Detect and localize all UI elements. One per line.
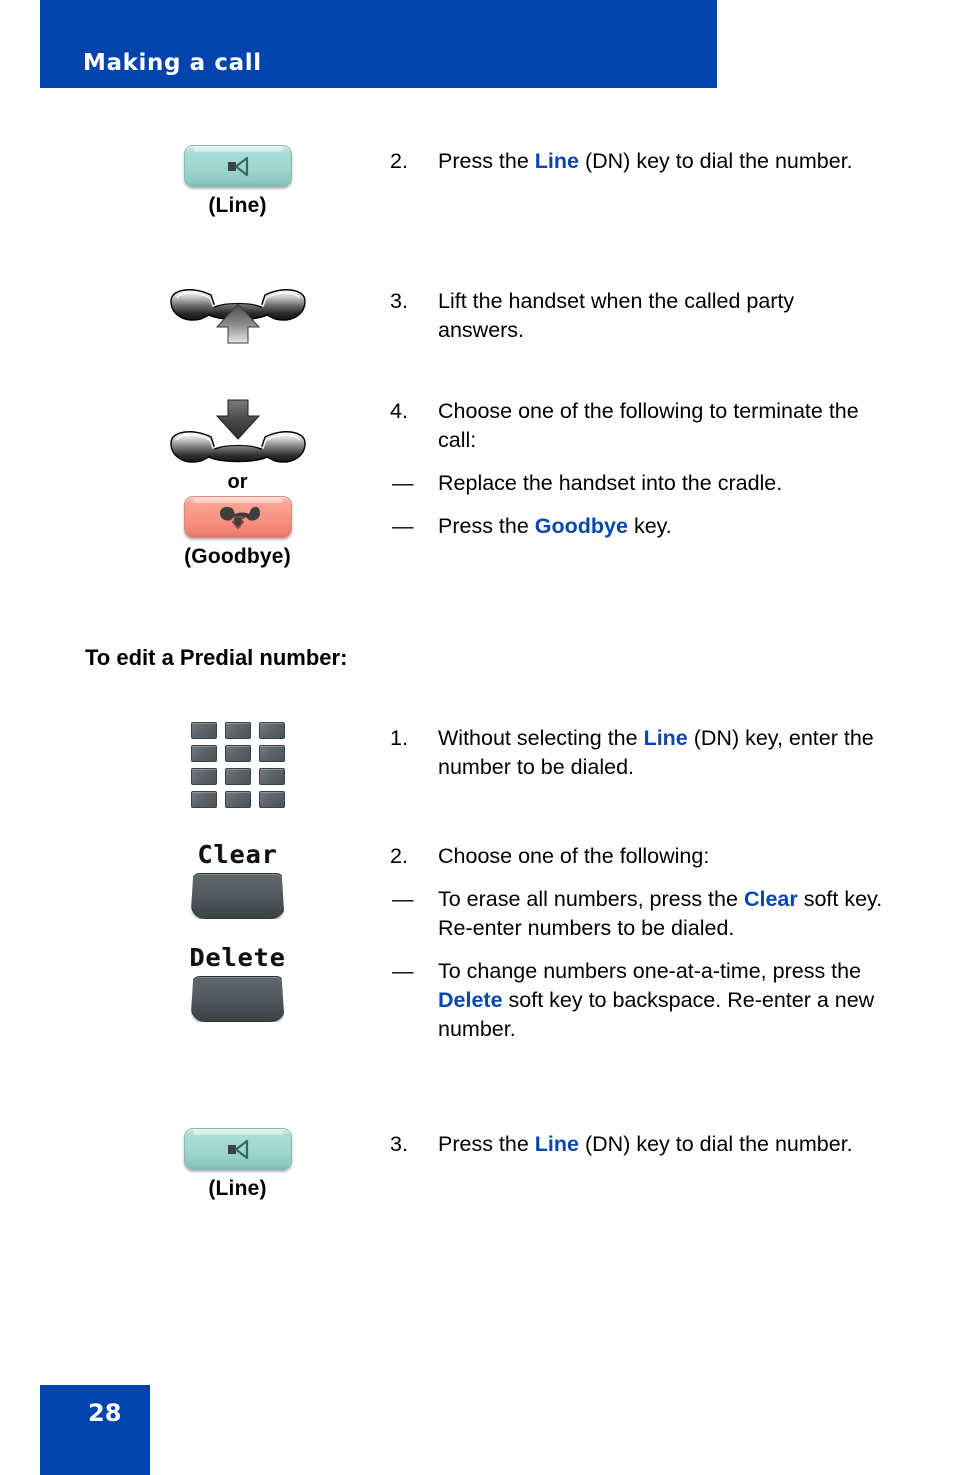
dialpad-key[interactable] xyxy=(224,745,251,762)
step-text-column: 2. Press the Line (DN) key to dial the n… xyxy=(390,145,885,218)
step-text-before: Press the xyxy=(438,149,535,173)
dialpad-key[interactable] xyxy=(258,768,285,785)
step-text-column: 2. Choose one of the following: — To era… xyxy=(390,840,885,1044)
speaker-icon xyxy=(227,1139,248,1160)
step-number: 2. xyxy=(390,844,408,868)
step-text-column: 1. Without selecting the Line (DN) key, … xyxy=(390,722,885,808)
step-icon-column: Clear Delete xyxy=(85,840,390,1044)
delete-softkey-group[interactable]: Delete xyxy=(189,943,285,1022)
sub-item-dash: — xyxy=(392,959,414,983)
keyword-line: Line xyxy=(534,1132,579,1156)
clear-softkey-button[interactable] xyxy=(190,873,285,919)
speaker-icon xyxy=(227,156,248,177)
step-text-after: (DN) key to dial the number. xyxy=(579,149,853,173)
step-number: 3. xyxy=(390,289,408,313)
line-key-button[interactable] xyxy=(183,145,292,187)
handset-replace-graphic xyxy=(163,395,313,467)
step-icon-column: (Line) xyxy=(85,145,390,218)
step-text-column: 3. Press the Line (DN) key to dial the n… xyxy=(390,1128,885,1201)
keyword-line: Line xyxy=(534,149,579,173)
page-title: Making a call xyxy=(83,50,262,76)
step-text-column: 3. Lift the handset when the called part… xyxy=(390,285,885,347)
sub-item: — To erase all numbers, press the Clear … xyxy=(390,885,885,943)
step-row: (Line) 3. Press the Line (DN) key to dia… xyxy=(85,1128,885,1201)
sub-item-dash: — xyxy=(392,887,414,911)
step-icon-column xyxy=(85,285,390,347)
sub-item-text: Replace the handset into the cradle. xyxy=(438,471,783,495)
section-heading-predial: To edit a Predial number: xyxy=(85,645,348,670)
sub-item: — Replace the handset into the cradle. xyxy=(390,469,885,498)
dialpad-key[interactable] xyxy=(190,722,217,739)
handset-lift-graphic xyxy=(163,285,313,347)
sub-text-after: key. xyxy=(627,514,672,538)
or-separator-label: or xyxy=(227,471,248,493)
dialpad-key[interactable] xyxy=(190,791,217,808)
step-row: 3. Lift the handset when the called part… xyxy=(85,285,885,347)
dialpad-key[interactable] xyxy=(258,745,285,762)
sub-item: — Press the Goodbye key. xyxy=(390,512,885,541)
step-text: Press the Line (DN) key to dial the numb… xyxy=(438,1130,885,1159)
dialpad-key[interactable] xyxy=(224,768,251,785)
step-text-column: 4. Choose one of the following to termin… xyxy=(390,395,885,569)
dialpad-key[interactable] xyxy=(258,722,285,739)
line-key-label: (Line) xyxy=(208,194,267,217)
line-key-button[interactable] xyxy=(183,1128,292,1170)
clear-softkey-group[interactable]: Clear xyxy=(190,840,285,919)
step-number: 4. xyxy=(390,399,408,423)
keyword-delete: Delete xyxy=(438,988,503,1012)
sub-text-after: soft key to backspace. Re-enter a new nu… xyxy=(438,988,875,1041)
step-icon-column xyxy=(85,722,390,808)
delete-softkey-button[interactable] xyxy=(190,976,285,1022)
step-row: 1. Without selecting the Line (DN) key, … xyxy=(85,722,885,808)
sub-item-dash: — xyxy=(392,514,414,538)
sub-item: — To change numbers one-at-a-time, press… xyxy=(390,957,885,1044)
handset-up-icon xyxy=(169,289,306,344)
dialpad-key[interactable] xyxy=(224,791,251,808)
step-icon-column: or (Goodbye) xyxy=(85,395,390,569)
keyword-clear: Clear xyxy=(743,887,798,911)
step-number: 3. xyxy=(390,1132,408,1156)
step-text-after: (DN) key to dial the number. xyxy=(579,1132,853,1156)
step-number: 2. xyxy=(390,149,408,173)
dialpad-key[interactable] xyxy=(190,768,217,785)
goodbye-handset-icon xyxy=(219,506,260,529)
dialpad-key[interactable] xyxy=(190,745,217,762)
step-row: (Line) 2. Press the Line (DN) key to dia… xyxy=(85,145,885,218)
dialpad-key[interactable] xyxy=(224,722,251,739)
step-text-before: Without selecting the xyxy=(438,726,644,750)
clear-softkey-label: Clear xyxy=(197,840,278,869)
step-text: Without selecting the Line (DN) key, ent… xyxy=(438,724,885,782)
page-number: 28 xyxy=(88,1399,122,1427)
dialpad-key[interactable] xyxy=(258,791,285,808)
sub-item-text: Press the Goodbye key. xyxy=(438,512,885,541)
step-text: Choose one of the following: xyxy=(438,844,710,868)
sub-text-before: Press the xyxy=(438,514,535,538)
step-text: Lift the handset when the called party a… xyxy=(438,289,795,342)
sub-text-before: To erase all numbers, press the xyxy=(438,887,744,911)
step-number: 1. xyxy=(390,726,408,750)
handset-down-icon xyxy=(169,399,306,463)
sub-item-dash: — xyxy=(392,471,414,495)
keyword-line: Line xyxy=(643,726,688,750)
step-text-before: Press the xyxy=(438,1132,535,1156)
step-icon-column: (Line) xyxy=(85,1128,390,1201)
step-text: Choose one of the following to terminate… xyxy=(438,399,859,452)
dialpad-icon[interactable] xyxy=(190,722,285,808)
sub-text-before: To change numbers one-at-a-time, press t… xyxy=(438,959,862,983)
sub-item-text: To erase all numbers, press the Clear so… xyxy=(438,885,885,943)
step-text: Press the Line (DN) key to dial the numb… xyxy=(438,147,885,176)
line-key-label: (Line) xyxy=(208,1177,267,1200)
delete-softkey-label: Delete xyxy=(189,943,286,972)
down-arrow-icon xyxy=(215,399,260,440)
step-row: Clear Delete 2. Choose one of the follow… xyxy=(85,840,885,1044)
step-row: or (Goodbye) 4. Choose one of the follow… xyxy=(85,395,885,569)
sub-item-text: To change numbers one-at-a-time, press t… xyxy=(438,957,885,1044)
goodbye-key-button[interactable] xyxy=(183,496,292,538)
keyword-goodbye: Goodbye xyxy=(534,514,628,538)
goodbye-key-label: (Goodbye) xyxy=(184,545,291,568)
